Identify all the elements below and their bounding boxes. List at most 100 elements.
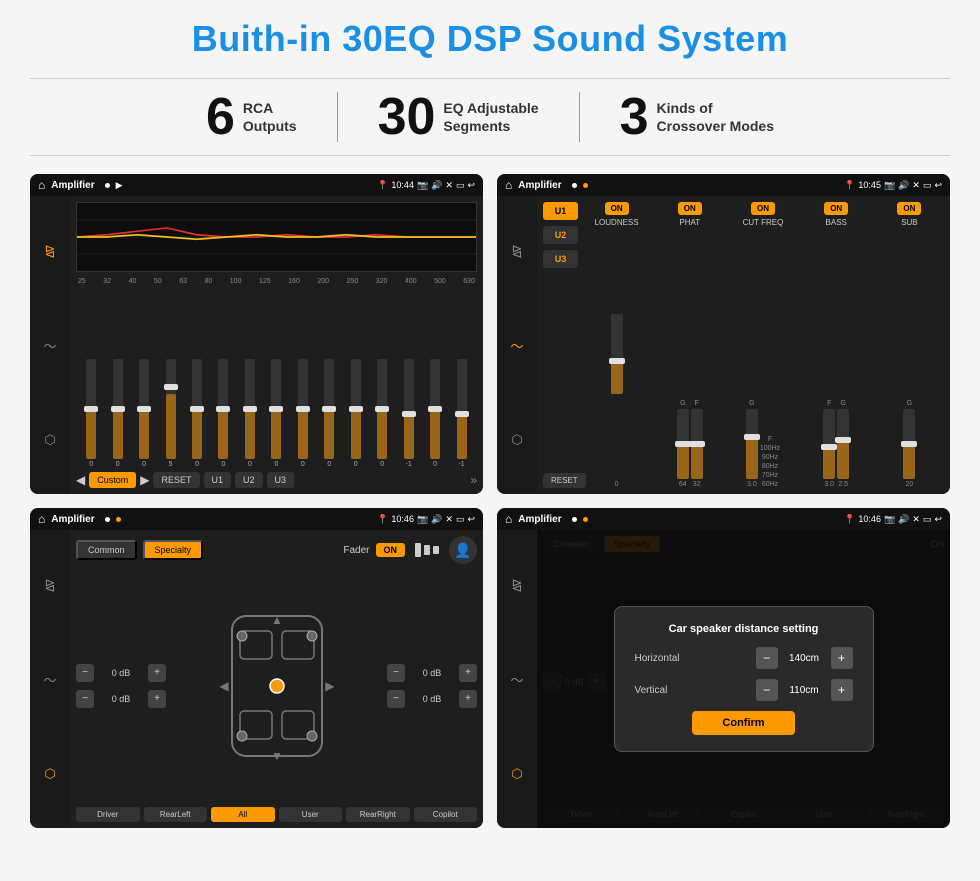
bass-f-thumb[interactable]	[821, 444, 837, 450]
eq-filter-icon[interactable]: ⧎	[45, 243, 56, 259]
fader-back-icon[interactable]: ↩	[467, 514, 475, 525]
eq-vol-icon[interactable]: ⬡	[44, 432, 55, 448]
bass-on[interactable]: ON	[824, 202, 848, 215]
phat-g-slider[interactable]	[677, 409, 689, 479]
slider-track-6[interactable]	[245, 359, 255, 459]
eq-expand-icon[interactable]: »	[470, 473, 477, 487]
fader-wave-icon[interactable]: 〜	[43, 670, 56, 689]
vol-minus-3[interactable]: −	[387, 664, 405, 682]
slider-thumb-9[interactable]	[322, 406, 336, 412]
eq-custom-btn[interactable]: Custom	[89, 472, 136, 488]
slider-track-13[interactable]	[430, 359, 440, 459]
slider-thumb-13[interactable]	[428, 406, 442, 412]
vertical-minus-btn[interactable]: −	[756, 679, 778, 701]
fader-user-btn[interactable]: User	[279, 807, 343, 822]
phat-on[interactable]: ON	[678, 202, 702, 215]
dialog-wave-icon[interactable]: 〜	[510, 670, 523, 689]
horizontal-minus-btn[interactable]: −	[756, 647, 778, 669]
bass-g-slider[interactable]	[837, 409, 849, 479]
preset-u1[interactable]: U1	[543, 202, 578, 220]
sub-g-slider[interactable]	[903, 409, 915, 479]
phat-f-thumb[interactable]	[689, 441, 705, 447]
slider-track-9[interactable]	[324, 359, 334, 459]
cutfreq-on[interactable]: ON	[751, 202, 775, 215]
horizontal-plus-btn[interactable]: +	[831, 647, 853, 669]
slider-thumb-8[interactable]	[296, 406, 310, 412]
slider-track-12[interactable]	[404, 359, 414, 459]
slider-track-14[interactable]	[457, 359, 467, 459]
slider-track-2[interactable]	[139, 359, 149, 459]
fader-all-btn[interactable]: All	[211, 807, 275, 822]
slider-track-5[interactable]	[218, 359, 228, 459]
slider-thumb-0[interactable]	[84, 406, 98, 412]
vol-plus-4[interactable]: +	[459, 690, 477, 708]
eq-u3-btn[interactable]: U3	[267, 472, 295, 488]
slider-thumb-12[interactable]	[402, 411, 416, 417]
dialog-eq-icon[interactable]: ⧎	[512, 577, 523, 593]
confirm-button[interactable]: Confirm	[692, 711, 794, 735]
eq-u1-btn[interactable]: U1	[204, 472, 232, 488]
vol-minus-2[interactable]: −	[76, 690, 94, 708]
fader-specialty-tab[interactable]: Specialty	[143, 540, 204, 560]
vol-plus-2[interactable]: +	[148, 690, 166, 708]
eq-reset-btn[interactable]: RESET	[153, 472, 199, 488]
vol-minus-4[interactable]: −	[387, 690, 405, 708]
slider-thumb-2[interactable]	[137, 406, 151, 412]
slider-thumb-1[interactable]	[111, 406, 125, 412]
fader-eq-icon[interactable]: ⧎	[45, 577, 56, 593]
back-icon[interactable]: ↩	[467, 180, 475, 191]
loudness-slider[interactable]	[611, 314, 623, 394]
slider-thumb-7[interactable]	[269, 406, 283, 412]
crossover-eq-icon[interactable]: ⧎	[512, 243, 523, 259]
dialog-back-icon[interactable]: ↩	[934, 514, 942, 525]
phat-f-slider[interactable]	[691, 409, 703, 479]
slider-track-1[interactable]	[113, 359, 123, 459]
slider-thumb-4[interactable]	[190, 406, 204, 412]
slider-track-3[interactable]	[166, 359, 176, 459]
cutfreq-g-slider[interactable]	[746, 409, 758, 479]
fader-rearright-btn[interactable]: RearRight	[346, 807, 410, 822]
crossover-home-icon[interactable]: ⌂	[505, 178, 512, 192]
crossover-reset[interactable]: RESET	[543, 473, 586, 488]
crossover-back-icon[interactable]: ↩	[934, 180, 942, 191]
fader-avatar[interactable]: 👤	[449, 536, 477, 564]
fader-driver-btn[interactable]: Driver	[76, 807, 140, 822]
vol-plus-3[interactable]: +	[459, 664, 477, 682]
bass-f-slider[interactable]	[823, 409, 835, 479]
eq-wave-icon[interactable]: 〜	[43, 336, 56, 355]
slider-thumb-6[interactable]	[243, 406, 257, 412]
sub-g-thumb[interactable]	[901, 441, 917, 447]
slider-thumb-10[interactable]	[349, 406, 363, 412]
loudness-thumb[interactable]	[609, 358, 625, 364]
dialog-vol-sidebar[interactable]: ⬡	[511, 766, 522, 782]
slider-track-8[interactable]	[298, 359, 308, 459]
vol-minus-1[interactable]: −	[76, 664, 94, 682]
slider-thumb-14[interactable]	[455, 411, 469, 417]
fader-rearleft-btn[interactable]: RearLeft	[144, 807, 208, 822]
dialog-home-icon[interactable]: ⌂	[505, 512, 512, 526]
sub-on[interactable]: ON	[897, 202, 921, 215]
fader-copilot-btn[interactable]: Copilot	[414, 807, 478, 822]
fader-vol-sidebar[interactable]: ⬡	[44, 766, 55, 782]
crossover-wave-icon[interactable]: 〜	[510, 336, 523, 355]
vertical-plus-btn[interactable]: +	[831, 679, 853, 701]
bass-g-thumb[interactable]	[835, 437, 851, 443]
eq-u2-btn[interactable]: U2	[235, 472, 263, 488]
vol-plus-1[interactable]: +	[148, 664, 166, 682]
slider-track-4[interactable]	[192, 359, 202, 459]
slider-track-0[interactable]	[86, 359, 96, 459]
slider-track-10[interactable]	[351, 359, 361, 459]
slider-thumb-3[interactable]	[164, 384, 178, 390]
fader-common-tab[interactable]: Common	[76, 540, 137, 560]
slider-thumb-11[interactable]	[375, 406, 389, 412]
eq-next-btn[interactable]: ▶	[140, 473, 149, 487]
preset-u2[interactable]: U2	[543, 226, 578, 244]
slider-track-11[interactable]	[377, 359, 387, 459]
preset-u3[interactable]: U3	[543, 250, 578, 268]
crossover-vol-sidebar-icon[interactable]: ⬡	[511, 432, 522, 448]
slider-track-7[interactable]	[271, 359, 281, 459]
slider-thumb-5[interactable]	[216, 406, 230, 412]
fader-on-btn[interactable]: ON	[376, 543, 406, 557]
loudness-on[interactable]: ON	[605, 202, 629, 215]
fader-home-icon[interactable]: ⌂	[38, 512, 45, 526]
